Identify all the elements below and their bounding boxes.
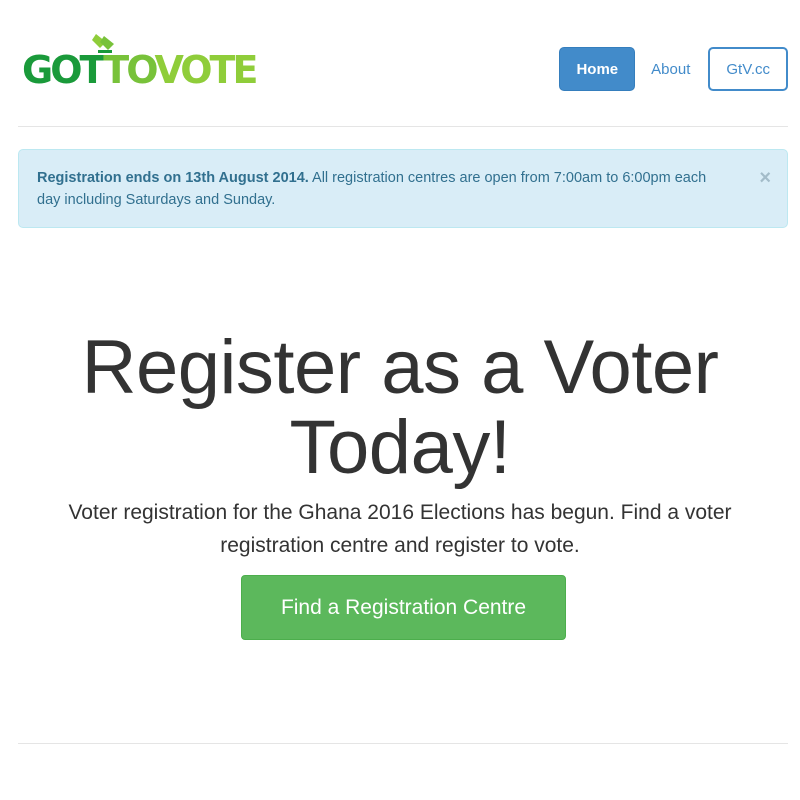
title-line-2: Today! bbox=[289, 405, 511, 490]
alert-strong-text: Registration ends on 13th August 2014. bbox=[37, 170, 309, 186]
main-nav: Home About GtV.cc bbox=[555, 47, 788, 91]
logo-to: TO bbox=[103, 48, 157, 92]
title-line-1: Register as a Voter bbox=[81, 325, 719, 410]
logo-wordmark: GOTTOVOTE bbox=[22, 48, 259, 92]
header: GOTTOVOTE Home About GtV.cc bbox=[18, 28, 788, 98]
find-registration-centre-button[interactable]: Find a Registration Centre bbox=[241, 575, 566, 640]
logo-vote: VOTE bbox=[154, 48, 259, 92]
nav-gtv-button[interactable]: GtV.cc bbox=[708, 47, 788, 91]
logo-got: GOT bbox=[22, 48, 106, 92]
registration-alert: Registration ends on 13th August 2014. A… bbox=[18, 149, 788, 228]
page-title: Register as a Voter Today! bbox=[0, 328, 800, 488]
gottovote-logo[interactable]: GOTTOVOTE bbox=[22, 32, 259, 92]
footer-divider bbox=[18, 743, 788, 744]
page: GOTTOVOTE Home About GtV.cc Registration… bbox=[0, 0, 800, 800]
nav-home-button[interactable]: Home bbox=[559, 47, 636, 91]
header-divider bbox=[18, 126, 788, 127]
hero-lead: Voter registration for the Ghana 2016 El… bbox=[68, 501, 732, 557]
nav-about-link[interactable]: About bbox=[637, 47, 704, 91]
close-icon[interactable]: × bbox=[759, 166, 771, 190]
